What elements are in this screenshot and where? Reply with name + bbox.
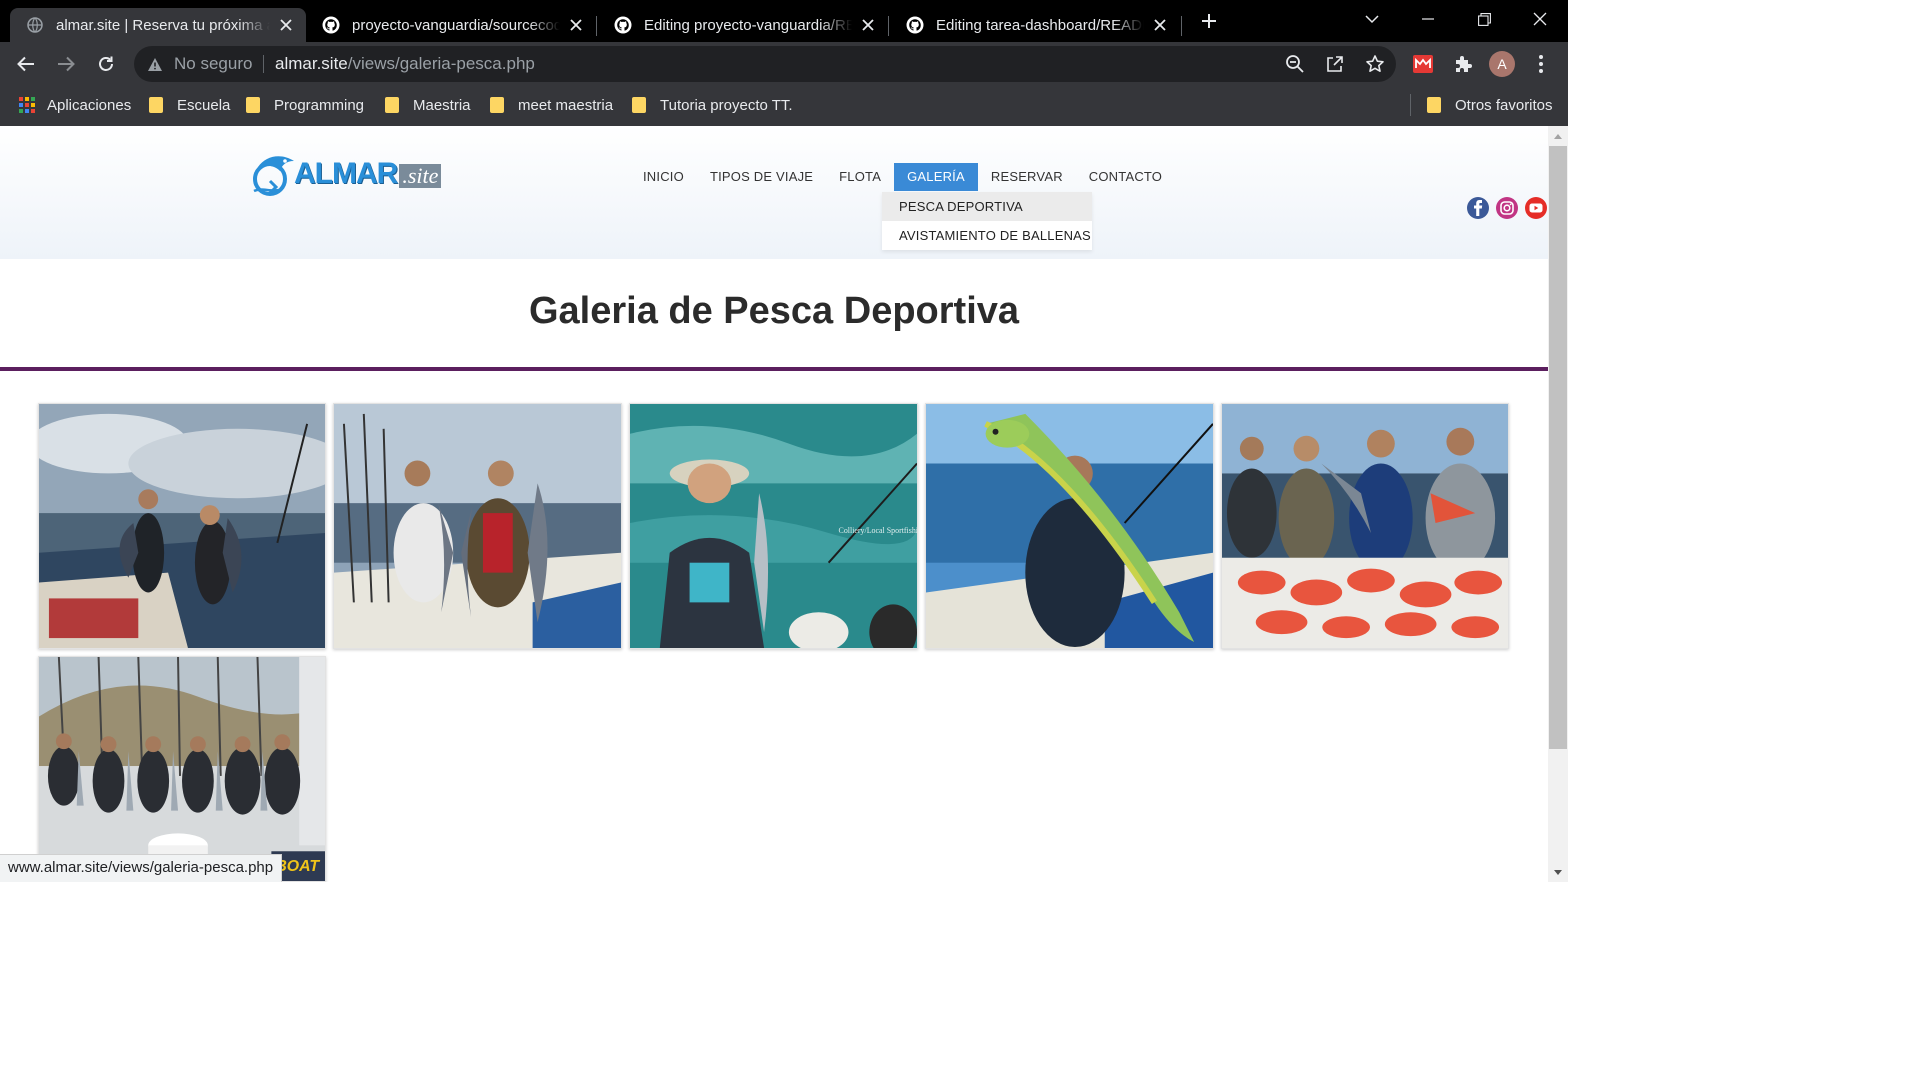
new-tab-button[interactable] xyxy=(1196,8,1222,34)
close-icon[interactable] xyxy=(566,15,586,35)
scroll-down-icon[interactable] xyxy=(1553,867,1563,877)
fish-logo-icon xyxy=(253,156,294,196)
bookmark-meet-maestria[interactable]: meet maestria xyxy=(490,94,613,116)
bookmark-label: Maestria xyxy=(413,96,471,114)
folder-icon xyxy=(149,97,163,113)
url-path: /views/galeria-pesca.php xyxy=(347,54,535,73)
extension-icon[interactable] xyxy=(1410,51,1436,77)
browser-toolbar: No seguro almar.site/views/galeria-pesca… xyxy=(0,42,1568,86)
bookmark-label: Programming xyxy=(274,96,365,114)
bookmark-label: Escuela xyxy=(177,96,231,114)
apps-icon xyxy=(19,97,35,113)
url-text[interactable]: almar.site/views/galeria-pesca.php xyxy=(275,54,535,74)
tab-editing-dashboard[interactable]: Editing tarea-dashboard/README xyxy=(890,8,1180,42)
youtube-icon[interactable] xyxy=(1525,197,1547,219)
galeria-dropdown: PESCA DEPORTIVA AVISTAMIENTO DE BALLENAS xyxy=(882,192,1092,250)
bookmark-label: Otros favoritos xyxy=(1455,96,1553,114)
tab-separator xyxy=(888,16,889,36)
dropdown-pesca-deportiva[interactable]: PESCA DEPORTIVA xyxy=(882,192,1092,221)
close-icon[interactable] xyxy=(858,15,878,35)
bookmark-aplicaciones[interactable]: Aplicaciones xyxy=(19,94,131,116)
logo-wordmark: ALMAR xyxy=(294,157,398,190)
folder-icon xyxy=(490,97,504,113)
page-title: Galeria de Pesca Deportiva xyxy=(528,290,1020,332)
tab-strip: almar.site | Reserva tu próxima aventura… xyxy=(0,0,1568,42)
dropdown-avistamiento-ballenas[interactable]: AVISTAMIENTO DE BALLENAS xyxy=(882,221,1092,250)
security-label[interactable]: No seguro xyxy=(174,54,252,74)
page-scrollbar[interactable] xyxy=(1548,126,1568,882)
folder-icon xyxy=(1427,97,1441,113)
nav-tipos-de-viaje[interactable]: TIPOS DE VIAJE xyxy=(697,163,826,191)
gallery-photo[interactable] xyxy=(1221,403,1509,649)
bookmarks-separator xyxy=(1410,94,1411,116)
site-logo[interactable]: ALMAR .site xyxy=(252,146,442,202)
bookmark-label: meet maestria xyxy=(518,96,614,114)
page-viewport: ALMAR .site INICIO TIPOS DE VIAJE FLOTA … xyxy=(0,126,1548,882)
bookmarks-bar: Aplicaciones Escuela Programming Maestri… xyxy=(0,86,1568,126)
scroll-up-icon[interactable] xyxy=(1553,131,1563,141)
tab-title: proyecto-vanguardia/sourcecode xyxy=(352,16,560,34)
reload-button[interactable] xyxy=(92,50,120,78)
gallery-photo[interactable] xyxy=(925,403,1214,649)
puzzle-icon[interactable] xyxy=(1450,51,1476,77)
omnibox-divider xyxy=(263,55,264,73)
share-icon[interactable] xyxy=(1324,53,1346,75)
menu-icon[interactable] xyxy=(1528,51,1554,77)
tab-search-icon[interactable] xyxy=(1348,0,1396,38)
folder-icon xyxy=(385,97,399,113)
tab-separator xyxy=(596,16,597,36)
profile-avatar[interactable]: A xyxy=(1489,51,1515,77)
nav-flota[interactable]: FLOTA xyxy=(826,163,894,191)
tab-almar[interactable]: almar.site | Reserva tu próxima aventura xyxy=(10,8,306,42)
minimize-icon[interactable] xyxy=(1404,0,1452,38)
bookmark-label: Tutoria proyecto TT. xyxy=(660,96,793,114)
restore-icon[interactable] xyxy=(1460,0,1508,38)
tab-separator xyxy=(1181,16,1182,36)
logo-suffix: .site xyxy=(399,164,442,188)
window-close-icon[interactable] xyxy=(1516,0,1564,38)
warning-icon[interactable] xyxy=(146,55,164,73)
photo-caption: Colliery/Local Sportfishing xyxy=(839,526,917,535)
github-icon xyxy=(906,16,924,34)
gallery-photo[interactable] xyxy=(333,403,622,649)
title-divider xyxy=(0,367,1548,371)
github-icon xyxy=(614,16,632,34)
zoom-icon[interactable] xyxy=(1284,53,1306,75)
tab-title: Editing tarea-dashboard/README xyxy=(936,16,1144,34)
tab-title: Editing proyecto-vanguardia/README xyxy=(644,16,852,34)
address-bar[interactable]: No seguro almar.site/views/galeria-pesca… xyxy=(134,46,1396,82)
bookmark-otros-favoritos[interactable]: Otros favoritos xyxy=(1427,94,1553,116)
tab-editing-vanguardia[interactable]: Editing proyecto-vanguardia/README xyxy=(598,8,888,42)
globe-icon xyxy=(26,16,44,34)
folder-icon xyxy=(632,97,646,113)
tab-sourcecode[interactable]: proyecto-vanguardia/sourcecode xyxy=(306,8,596,42)
back-button[interactable] xyxy=(12,50,40,78)
bookmark-maestria[interactable]: Maestria xyxy=(385,94,471,116)
close-icon[interactable] xyxy=(1150,15,1170,35)
nav-reservar[interactable]: RESERVAR xyxy=(978,163,1076,191)
gallery-photo[interactable] xyxy=(38,403,326,649)
scrollbar-thumb[interactable] xyxy=(1549,146,1567,749)
bookmark-star-icon[interactable] xyxy=(1364,53,1386,75)
close-icon[interactable] xyxy=(276,15,296,35)
gallery-photo[interactable]: BOAT xyxy=(38,656,326,882)
instagram-icon[interactable] xyxy=(1496,197,1518,219)
bookmark-label: Aplicaciones xyxy=(47,96,132,114)
nav-inicio[interactable]: INICIO xyxy=(630,163,697,191)
site-header: ALMAR .site INICIO TIPOS DE VIAJE FLOTA … xyxy=(0,126,1548,259)
bookmark-programming[interactable]: Programming xyxy=(246,94,364,116)
nav-contacto[interactable]: CONTACTO xyxy=(1076,163,1175,191)
github-icon xyxy=(322,16,340,34)
bookmark-escuela[interactable]: Escuela xyxy=(149,94,230,116)
gallery-photo[interactable]: Colliery/Local Sportfishing xyxy=(629,403,918,649)
facebook-icon[interactable] xyxy=(1467,197,1489,219)
bookmark-tutoria[interactable]: Tutoria proyecto TT. xyxy=(632,94,793,116)
nav-galeria[interactable]: GALERÍA xyxy=(894,163,978,191)
main-nav: INICIO TIPOS DE VIAJE FLOTA GALERÍA RESE… xyxy=(630,163,1175,191)
tab-title: almar.site | Reserva tu próxima aventura xyxy=(56,16,270,34)
folder-icon xyxy=(246,97,260,113)
link-status-bar: www.almar.site/views/galeria-pesca.php xyxy=(0,854,283,882)
forward-button[interactable] xyxy=(52,50,80,78)
url-host: almar.site xyxy=(275,54,348,73)
